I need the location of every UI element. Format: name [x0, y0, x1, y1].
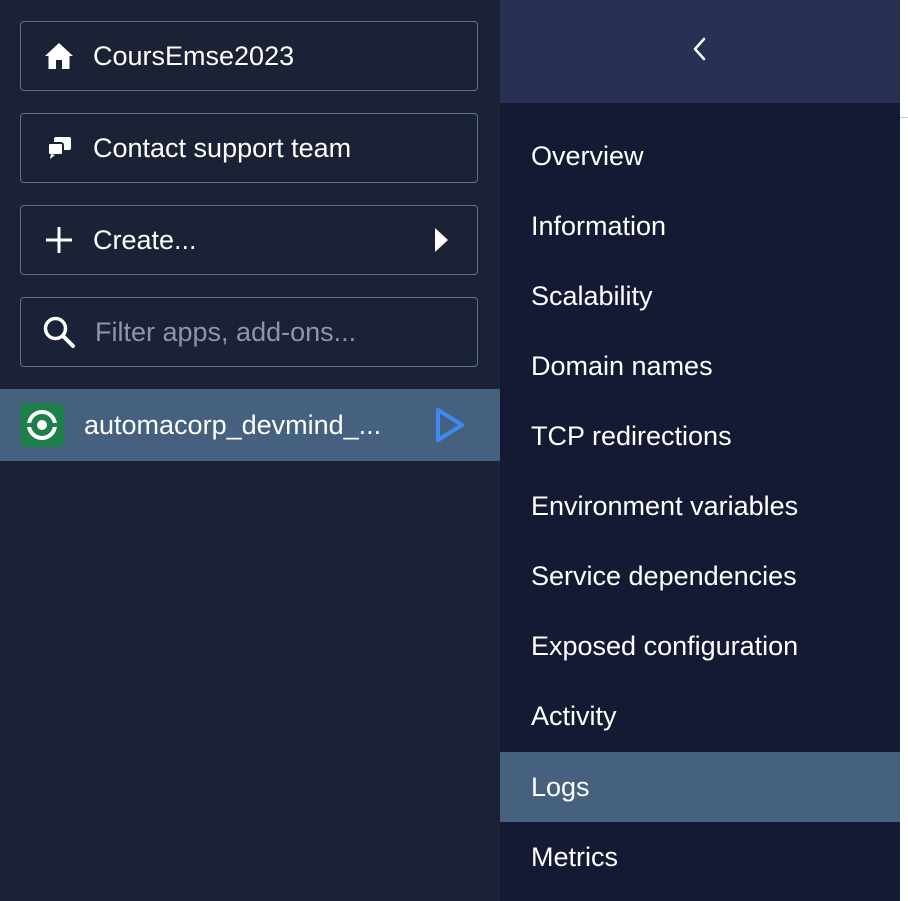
app-item[interactable]: automacorp_devmind_... [0, 389, 500, 461]
menu-item-label: Scalability [531, 280, 653, 311]
home-icon [41, 38, 77, 74]
menu-item-activity[interactable]: Activity [500, 681, 900, 751]
contact-support-label: Contact support team [93, 132, 352, 163]
menu-item-label: Activity [531, 700, 617, 731]
create-button[interactable]: Create... [20, 205, 478, 275]
menu-item-information[interactable]: Information [500, 191, 900, 261]
back-button[interactable] [500, 0, 900, 103]
app-name: automacorp_devmind_... [84, 409, 382, 440]
menu-item-label: Environment variables [531, 490, 799, 521]
sidebar: CoursEmse2023 Contact support team Creat… [0, 0, 500, 901]
menu-item-service-dependencies[interactable]: Service dependencies [500, 541, 900, 611]
contact-support-button[interactable]: Contact support team [20, 113, 478, 183]
menu-item-label: TCP redirections [531, 420, 732, 451]
caret-right-icon [433, 225, 453, 255]
organisation-name: CoursEmse2023 [93, 40, 295, 71]
filter-input[interactable] [93, 315, 463, 349]
menu-item-label: Metrics [531, 841, 618, 872]
menu-item-scalability[interactable]: Scalability [500, 261, 900, 331]
menu-item-label: Information [531, 210, 667, 241]
app-menu-panel: Overview Information Scalability Domain … [500, 0, 900, 901]
menu-item-label: Overview [531, 140, 644, 171]
menu-item-label: Exposed configuration [531, 630, 799, 661]
menu-item-tcp-redirections[interactable]: TCP redirections [500, 401, 900, 471]
menu-item-overview[interactable]: Overview [500, 121, 900, 191]
play-icon [434, 405, 470, 445]
divider [900, 117, 908, 118]
app-logo-icon [20, 403, 64, 447]
create-label: Create... [93, 224, 197, 255]
filter-box [20, 297, 478, 367]
menu-item-label: Service dependencies [531, 560, 797, 591]
main-content-edge [900, 0, 908, 901]
menu-item-domain-names[interactable]: Domain names [500, 331, 900, 401]
menu-item-label: Logs [531, 771, 590, 802]
chevron-left-icon [690, 35, 710, 68]
chat-icon [41, 130, 77, 166]
search-icon [41, 314, 77, 350]
menu-item-environment-variables[interactable]: Environment variables [500, 471, 900, 541]
menu-item-label: Domain names [531, 350, 713, 381]
menu-item-logs[interactable]: Logs [500, 752, 900, 822]
menu-item-exposed-configuration[interactable]: Exposed configuration [500, 611, 900, 681]
plus-icon [41, 222, 77, 258]
organisation-home-button[interactable]: CoursEmse2023 [20, 21, 478, 91]
menu-item-metrics[interactable]: Metrics [500, 822, 900, 892]
